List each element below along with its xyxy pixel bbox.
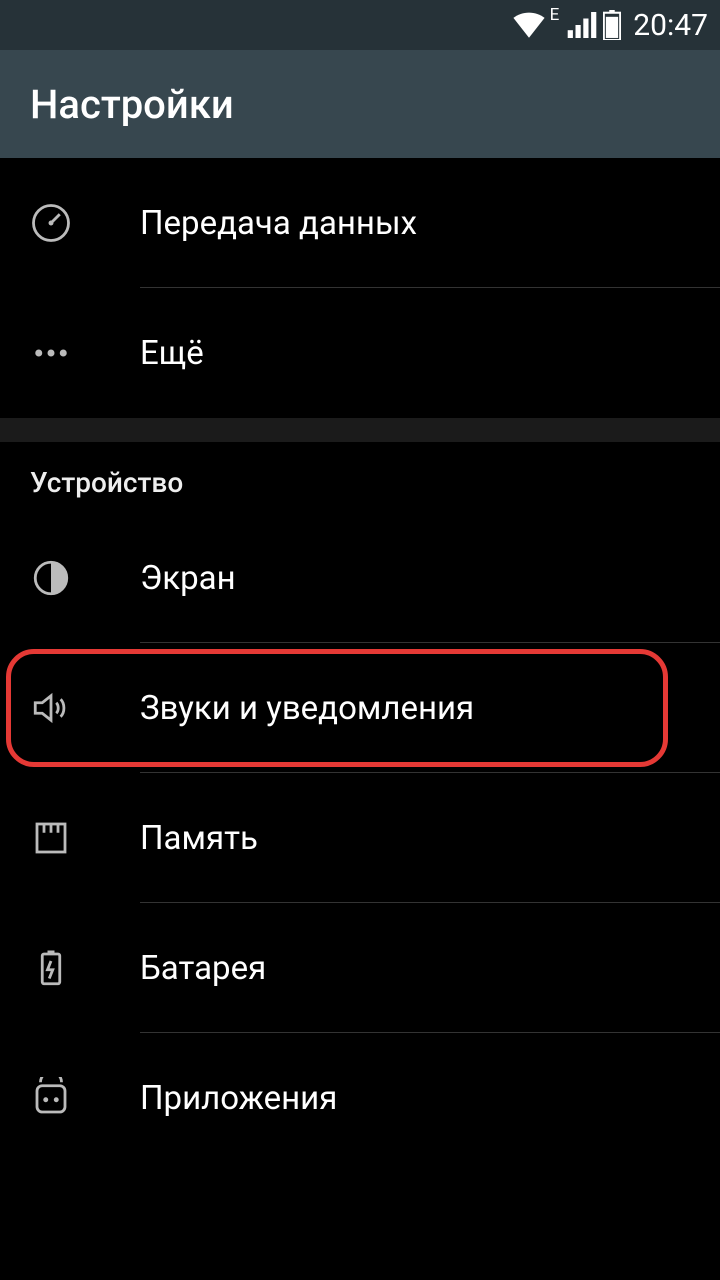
list-item-more[interactable]: Ещё xyxy=(0,288,720,418)
list-item-label: Приложения xyxy=(140,1079,337,1118)
network-type-label: E xyxy=(550,0,560,24)
wifi-icon xyxy=(512,12,546,38)
dots-icon xyxy=(30,332,140,374)
list-item-label: Ещё xyxy=(140,334,204,373)
page-title: Настройки xyxy=(30,81,234,128)
list-item-sound[interactable]: Звуки и уведомления xyxy=(0,643,720,773)
gauge-icon xyxy=(30,202,140,244)
signal-icon xyxy=(567,12,597,38)
section-divider xyxy=(0,418,720,442)
status-bar: E 20:47 xyxy=(0,0,720,50)
clock: 20:47 xyxy=(633,8,708,43)
list-item-label: Память xyxy=(140,819,258,858)
battery-charging-icon xyxy=(30,947,140,989)
apps-icon xyxy=(30,1077,140,1119)
settings-list: Передача данных Ещё Устройство Экран xyxy=(0,158,720,1163)
storage-icon xyxy=(30,817,140,859)
list-item-data-usage[interactable]: Передача данных xyxy=(0,158,720,288)
section-header-device: Устройство xyxy=(0,442,720,513)
list-item-storage[interactable]: Память xyxy=(0,773,720,903)
list-item-apps[interactable]: Приложения xyxy=(0,1033,720,1163)
list-item-label: Экран xyxy=(140,559,236,598)
list-item-label: Батарея xyxy=(140,949,266,988)
speaker-icon xyxy=(30,687,140,729)
brightness-icon xyxy=(30,557,140,599)
list-item-label: Звуки и уведомления xyxy=(140,689,474,728)
list-item-label: Передача данных xyxy=(140,204,417,243)
list-item-display[interactable]: Экран xyxy=(0,513,720,643)
battery-icon xyxy=(603,10,621,40)
app-bar: Настройки xyxy=(0,50,720,158)
list-item-battery[interactable]: Батарея xyxy=(0,903,720,1033)
